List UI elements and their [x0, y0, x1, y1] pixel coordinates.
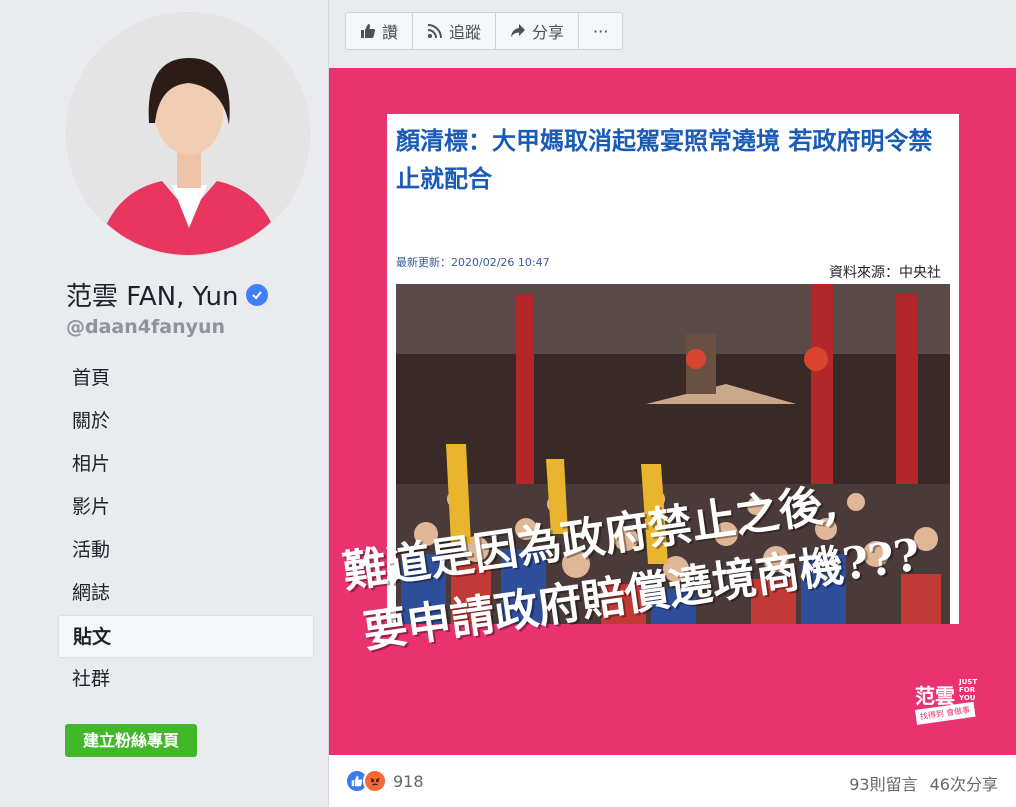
thumbs-up-icon [361, 24, 375, 38]
nav-item-community[interactable]: 社群 [58, 658, 314, 701]
share-arrow-icon [511, 24, 526, 37]
page-nav: 首頁 關於 相片 影片 活動 網誌 貼文 社群 [58, 357, 314, 701]
rss-follow-icon [427, 24, 443, 39]
share-page-button[interactable]: 分享 [496, 13, 580, 49]
page-name[interactable]: 范雲 FAN, Yun [66, 276, 238, 313]
angry-reaction-icon [363, 769, 387, 793]
reactions-summary[interactable]: 918 [345, 769, 424, 793]
follow-page-label: 追蹤 [449, 23, 482, 42]
profile-avatar[interactable] [66, 12, 310, 256]
nav-item-home[interactable]: 首頁 [58, 357, 314, 400]
post-footer: 918 93則留言 46次分享 [329, 755, 1016, 807]
create-page-button[interactable]: 建立粉絲專頁 [65, 724, 197, 757]
more-options-button[interactable]: ··· [579, 13, 622, 49]
page-handle: @daan4fanyun [66, 316, 226, 338]
page-name-row: 范雲 FAN, Yun [66, 276, 269, 313]
article-date: 最新更新：2020/02/26 10:47 [396, 256, 550, 269]
verified-badge-icon [246, 283, 269, 306]
logo-small-text: JUST FOR YOU [959, 678, 978, 702]
follow-page-button[interactable]: 追蹤 [413, 13, 497, 49]
like-page-label: 讚 [382, 23, 399, 42]
nav-item-about[interactable]: 關於 [58, 400, 314, 443]
nav-item-posts[interactable]: 貼文 [58, 615, 314, 658]
nav-item-videos[interactable]: 影片 [58, 486, 314, 529]
article-source: 資料來源：中央社 [829, 265, 941, 281]
article-title: 顏清標：大甲媽取消起駕宴照常遶境 若政府明令禁止就配合 [396, 127, 933, 193]
share-page-label: 分享 [532, 23, 565, 42]
page-sidebar: 范雲 FAN, Yun @daan4fanyun 首頁 關於 相片 影片 活動 … [0, 0, 328, 807]
brand-logo: 范雲 JUST FOR YOU 找得到 會做事 [915, 678, 985, 732]
page-action-toolbar: 讚 追蹤 分享 ··· [345, 12, 624, 50]
comments-count-link[interactable]: 93則留言 [849, 771, 917, 795]
nav-item-events[interactable]: 活動 [58, 529, 314, 572]
nav-item-photos[interactable]: 相片 [58, 443, 314, 486]
shares-count-link[interactable]: 46次分享 [930, 771, 998, 795]
nav-item-notes[interactable]: 網誌 [58, 572, 314, 615]
reaction-count: 918 [393, 771, 424, 791]
post-engagement-stats: 93則留言 46次分享 [849, 771, 998, 795]
like-page-button[interactable]: 讚 [346, 13, 414, 49]
post-image[interactable]: 顏清標：大甲媽取消起駕宴照常遶境 若政府明令禁止就配合 最新更新：2020/02… [329, 68, 1016, 755]
